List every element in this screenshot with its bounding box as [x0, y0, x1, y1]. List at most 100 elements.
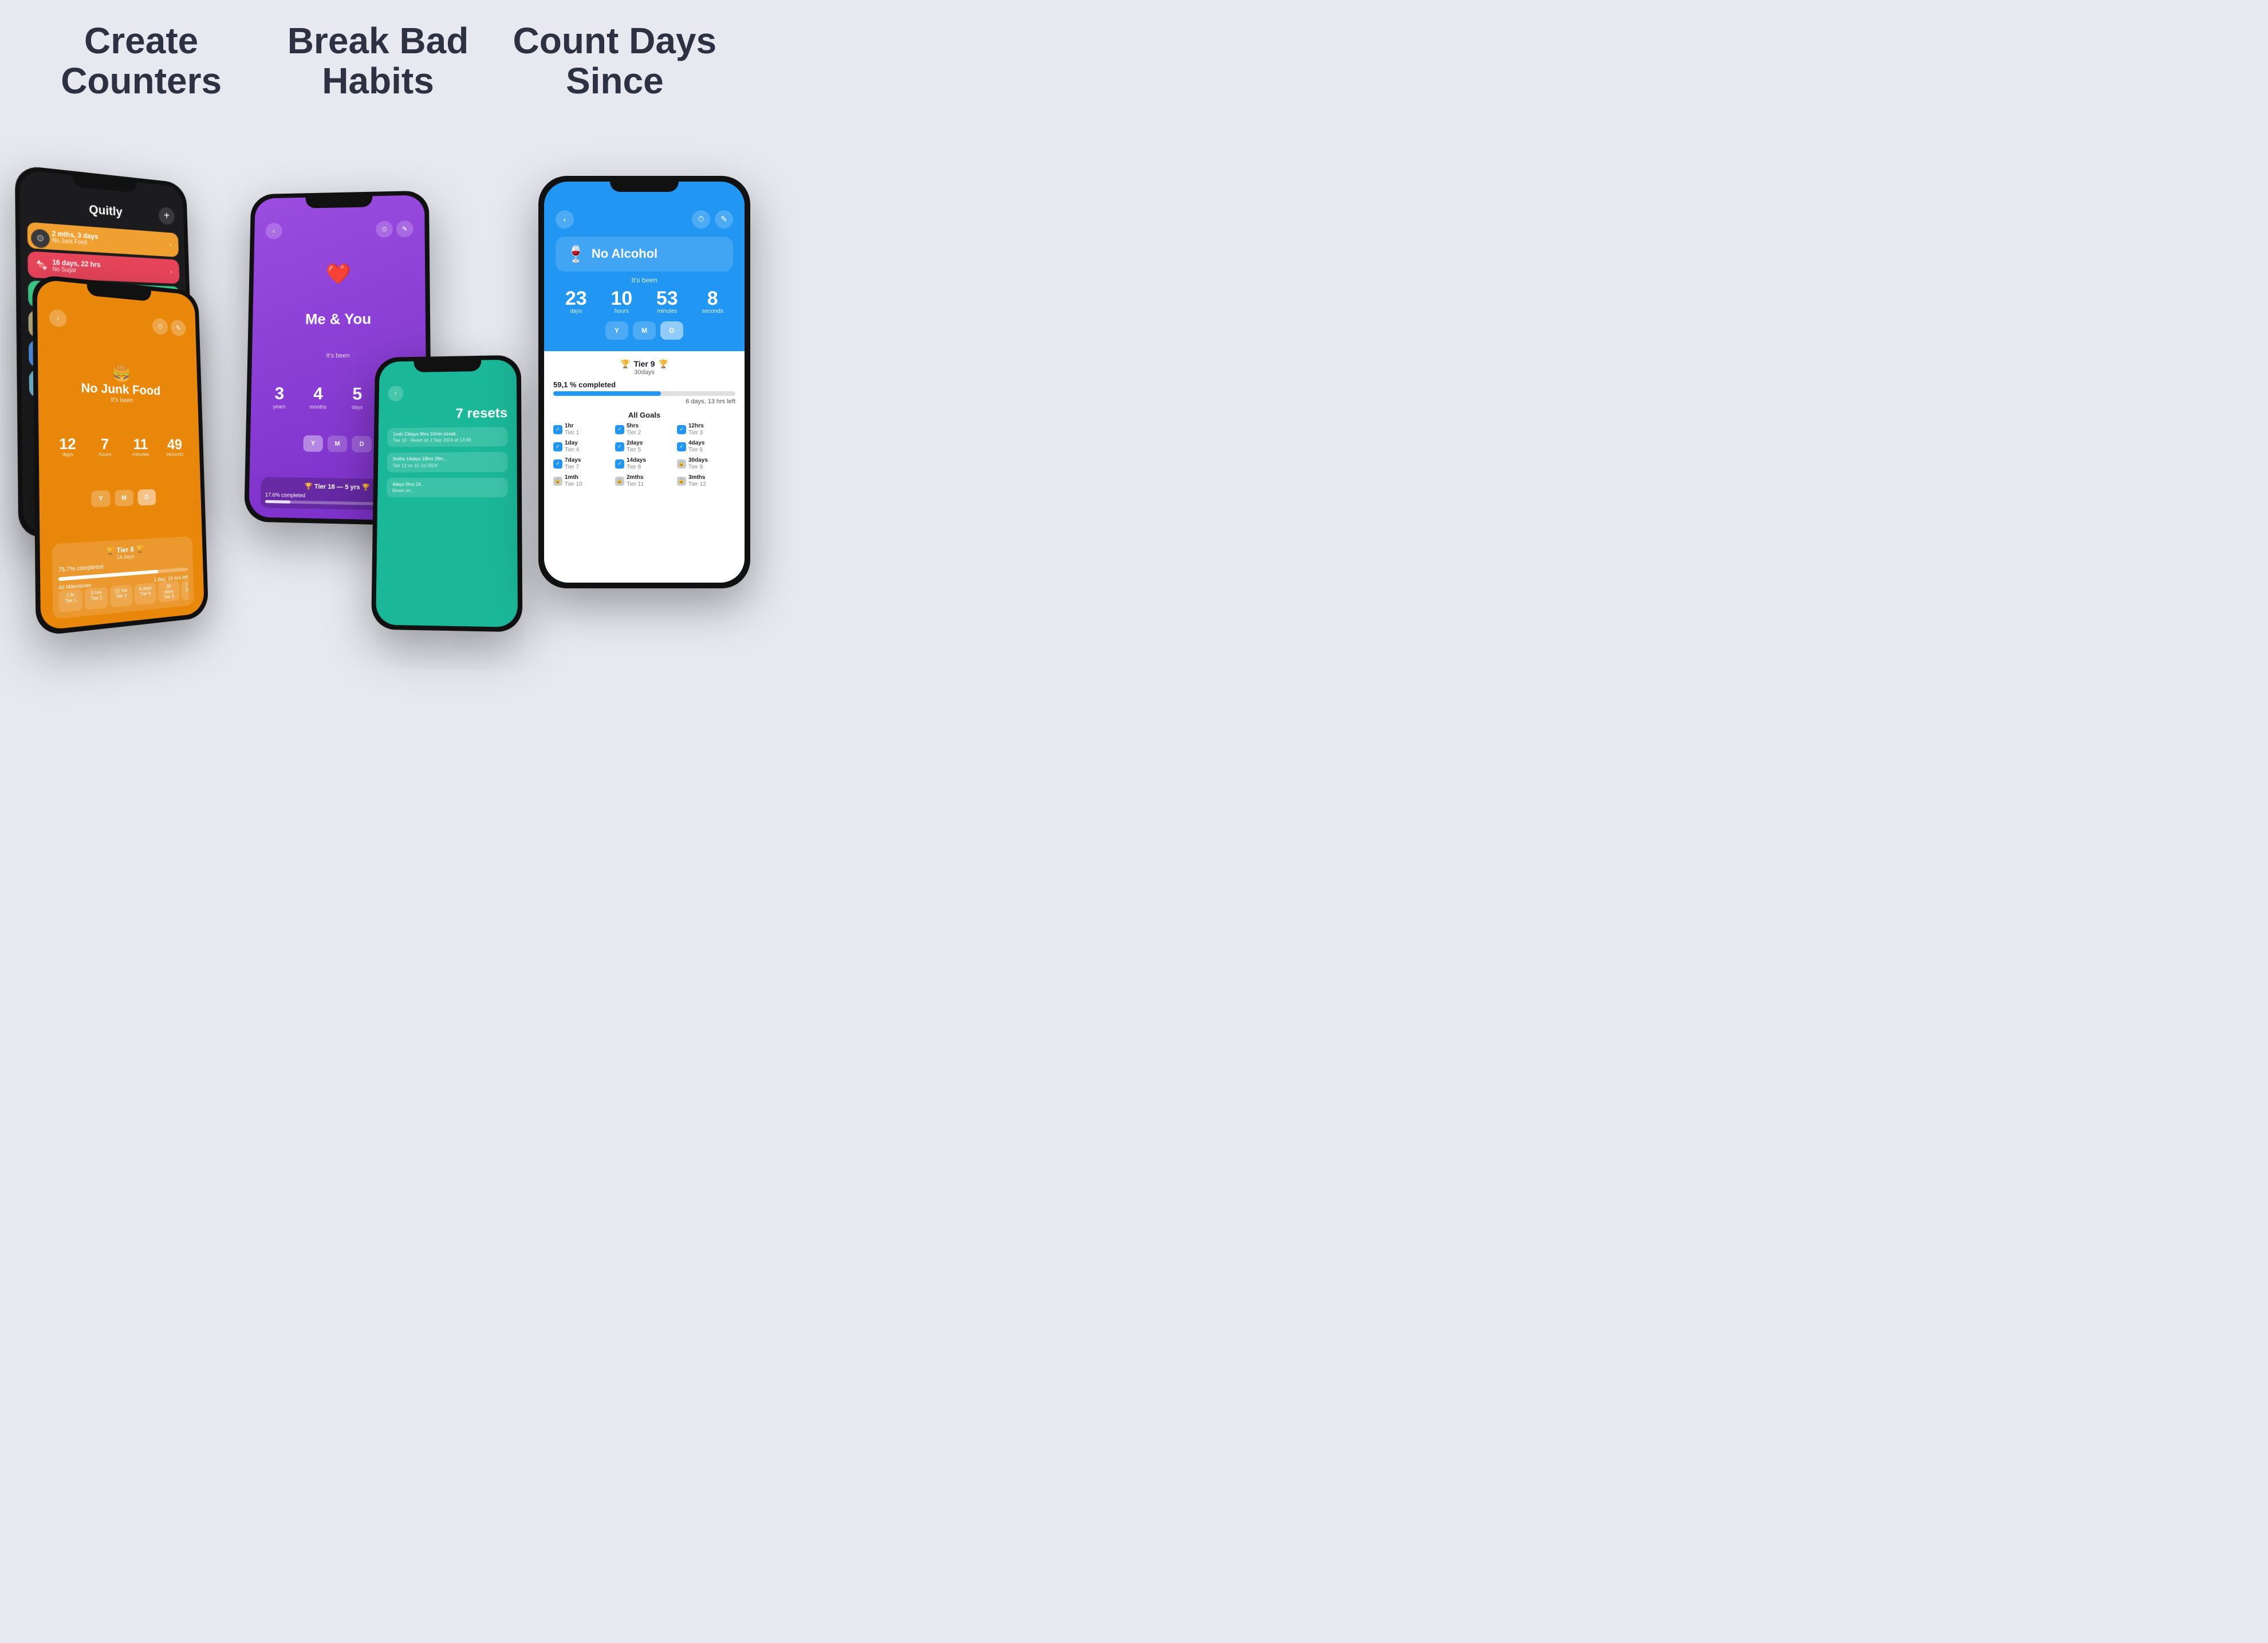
laurel-right: 🏆: [659, 359, 668, 369]
goal-item: ✓ 5hrsTier 2: [615, 423, 674, 437]
laurel-left: 🏆: [620, 359, 630, 369]
tab-y[interactable]: Y: [605, 321, 628, 340]
back-button[interactable]: ‹: [556, 210, 574, 229]
goal-item: ✓ 4daysTier 6: [677, 440, 735, 454]
goal-item: 🔒 3mthsTier 12: [677, 474, 735, 488]
tab-d[interactable]: D: [660, 321, 683, 340]
edit-button[interactable]: ✎: [396, 221, 414, 237]
headline-1: CreateCounters: [23, 21, 259, 101]
goal-item: ✓ 2daysTier 5: [615, 440, 674, 454]
notch-teal: [414, 356, 481, 372]
stat-val: 3: [262, 384, 297, 404]
goals-title: All Goals: [553, 411, 735, 419]
habit-emoji: 🍷: [566, 245, 586, 264]
goal-check-icon: ✓: [553, 442, 562, 451]
milestone: 4 daysTier 6: [134, 583, 156, 605]
stat-lbl: minutes: [647, 308, 688, 315]
add-button[interactable]: +: [159, 207, 175, 225]
goal-check-icon: ✓: [553, 425, 562, 434]
header-icons: ⏱ ✎: [692, 210, 733, 229]
goal-text: 2mthsTier 11: [627, 474, 644, 488]
goal-text: 14daysTier 8: [627, 457, 646, 471]
orange-tabs: Y M D: [52, 488, 191, 509]
resets-title: 7 resets: [388, 406, 508, 423]
tab-m[interactable]: M: [633, 321, 656, 340]
stat-lbl: minutes: [125, 451, 156, 457]
habit-info: 2 mths, 3 days No Junk Food: [52, 229, 170, 251]
habit-name: Me & You: [263, 310, 414, 328]
stat-lbl: hours: [601, 308, 643, 315]
goal-text: 4daysTier 6: [688, 440, 704, 454]
tab-d[interactable]: D: [352, 436, 372, 453]
goal-item: ✓ 14daysTier 8: [615, 457, 674, 471]
milestone: 12 hrsTier 3: [110, 584, 133, 607]
back-button[interactable]: ‹: [388, 386, 404, 401]
goal-lock-icon: 🔒: [615, 477, 624, 486]
stat-lbl: seconds: [160, 451, 190, 457]
progress-fill: [265, 500, 290, 504]
stat-val: 12: [50, 435, 84, 451]
goal-item: ✓ 7daysTier 7: [553, 457, 612, 471]
phone-blue: ‹ ⏱ ✎ 🍷 No Alcohol It's been 23 days: [538, 176, 750, 588]
history-button[interactable]: ⏱: [692, 210, 710, 229]
stat-val: 11: [125, 436, 156, 451]
habit-emoji: ❤️: [265, 261, 414, 286]
habit-card: 🍷 No Alcohol: [556, 237, 733, 272]
stat-lbl: days: [51, 451, 85, 457]
stat-lbl: days: [340, 404, 375, 411]
goal-lock-icon: 🔒: [553, 477, 562, 486]
tier-card: 🏆 Tier 8 🏆 14 days 75,7% completed All M…: [52, 536, 194, 619]
goal-lock-icon: 🔒: [677, 459, 686, 469]
chevron-icon: ›: [170, 241, 172, 248]
goal-check-icon: ✓: [677, 425, 686, 434]
goal-check-icon: ✓: [615, 442, 624, 451]
purple-nav: ‹ ⏱ ✎: [265, 221, 413, 239]
reset-item: 4days 5hrs 24... Reset on...: [387, 477, 508, 497]
stat-days: 5 days: [340, 384, 375, 410]
goal-text: 30daysTier 9: [688, 457, 708, 471]
edit-button[interactable]: ✎: [171, 319, 186, 336]
goal-text: 5hrsTier 2: [627, 423, 641, 437]
goal-check-icon: ✓: [677, 442, 686, 451]
tab-d[interactable]: D: [137, 489, 156, 506]
stat-hours: 10 hours: [601, 289, 643, 315]
reset-item: 3mths 14days 19hrs 28m... Tier 12 on 10 …: [387, 452, 508, 472]
stat-lbl: seconds: [692, 308, 734, 315]
headline-2: Break BadHabits: [259, 21, 496, 101]
tab-m[interactable]: M: [328, 435, 348, 452]
tab-m[interactable]: M: [115, 490, 133, 506]
history-button[interactable]: ⏱: [152, 317, 168, 335]
tab-y[interactable]: Y: [303, 435, 322, 452]
goal-check-icon: ✓: [553, 459, 562, 469]
stat-days: 12 days: [50, 435, 84, 457]
tab-y[interactable]: Y: [91, 490, 111, 508]
goal-check-icon: ✓: [615, 459, 624, 469]
orange-title: 🍔 No Junk Food It's been: [50, 360, 188, 406]
goal-lock-icon: 🔒: [677, 477, 686, 486]
stat-val: 5: [340, 384, 375, 404]
goal-text: 1hrTier 1: [565, 423, 579, 437]
back-button[interactable]: ‹: [49, 309, 67, 328]
stat-lbl: months: [301, 404, 335, 410]
days-left-label: 6 days, 13 hrs left: [553, 398, 735, 405]
tier-sub: 30days: [553, 369, 735, 376]
progress-bar: [553, 391, 735, 396]
goal-item: 🔒 1mthTier 10: [553, 474, 612, 488]
blue-stats: 23 days 10 hours 53 minutes 8 seconds: [556, 289, 733, 315]
headlines-row: CreateCounters Break BadHabits Count Day…: [0, 0, 756, 101]
milestone: 1 hrTier 1: [58, 589, 82, 612]
phones-area: Quitly + ⚙ 🍔 2 mths, 3 days No Junk Food…: [0, 96, 756, 565]
orange-stats: 12 days 7 hours 11 minutes 49 seconds: [50, 435, 190, 457]
goal-text: 2daysTier 5: [627, 440, 643, 454]
stat-seconds: 8 seconds: [692, 289, 734, 315]
back-button[interactable]: ‹: [265, 223, 282, 239]
goal-text: 1mthTier 10: [565, 474, 582, 488]
stat-val: 7: [89, 436, 121, 451]
habit-info: 16 days, 22 hrs No Sugar: [52, 258, 171, 278]
headline-3: Count DaysSince: [497, 21, 733, 101]
notch-purple: [305, 191, 372, 208]
edit-button[interactable]: ✎: [715, 210, 733, 229]
history-button[interactable]: ⏱: [376, 221, 393, 237]
screen-orange: ‹ ⏱ ✎ 🍔 No Junk Food It's been 12 days: [37, 279, 204, 631]
pct-label: 59,1 % completed: [553, 380, 735, 389]
